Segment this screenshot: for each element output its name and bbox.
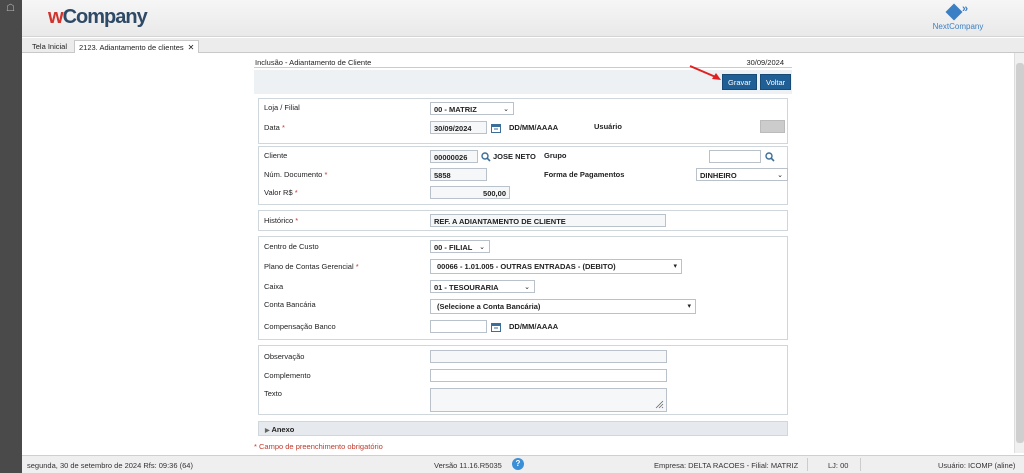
divider <box>807 458 808 471</box>
close-tab-icon[interactable]: ✕ <box>188 43 195 52</box>
chevron-down-icon: ⌄ <box>777 172 783 179</box>
conta-select[interactable]: (Selecione a Conta Bancária) ▾ <box>430 299 696 314</box>
loja-label: Loja / Filial <box>264 103 300 112</box>
caret-right-icon: ▶ <box>265 428 270 434</box>
caixa-select[interactable]: 01 - TESOURARIA ⌄ <box>430 280 535 293</box>
forma-select[interactable]: DINHEIRO ⌄ <box>696 168 788 181</box>
usuario-label: Usuário <box>594 122 622 131</box>
grupo-field[interactable] <box>709 150 761 163</box>
date-format-hint: DD/MM/AAAA <box>509 123 559 132</box>
cliente-name: JOSE NETO <box>493 152 536 161</box>
forma-label: Forma de Pagamentos <box>544 170 625 179</box>
data-label: Data * <box>264 123 285 132</box>
search-icon[interactable] <box>481 152 491 162</box>
company-logo: wCompany <box>48 6 148 28</box>
cliente-label: Cliente <box>264 151 288 160</box>
numdoc-field[interactable]: 5858 <box>430 168 487 181</box>
chevron-down-icon: ▾ <box>687 303 691 310</box>
form-title: Inclusão - Adiantamento de Cliente <box>255 58 372 67</box>
centro-select[interactable]: 00 - FILIAL ⌄ <box>430 240 490 253</box>
section-client: Cliente 00000026 JOSE NETO Grupo Núm. Do… <box>258 146 788 205</box>
action-bar: Gravar Voltar <box>254 65 792 94</box>
grupo-label: Grupo <box>544 151 567 160</box>
top-header: wCompany » NextCompany <box>22 0 1024 37</box>
status-company: Empresa: DELTA RACOES - Filial: MATRIZ <box>654 461 799 470</box>
divider <box>860 458 861 471</box>
tab-adiantamento[interactable]: 2123. Adiantamento de clientes ✕ <box>74 40 200 53</box>
plano-label: Plano de Contas Gerencial * <box>264 262 359 271</box>
save-button[interactable]: Gravar <box>722 74 757 90</box>
left-sidebar: ☖ <box>0 0 22 473</box>
partner-logo-icon <box>945 3 963 21</box>
chevron-down-icon: ▾ <box>673 263 677 270</box>
calendar-icon[interactable] <box>491 322 501 332</box>
caixa-label: Caixa <box>264 282 284 291</box>
partner-logo: » NextCompany <box>932 3 984 31</box>
centro-label: Centro de Custo <box>264 242 319 251</box>
texto-label: Texto <box>264 389 282 398</box>
status-bar: segunda, 30 de setembro de 2024 Rfs: 09:… <box>22 455 1024 473</box>
status-datetime: segunda, 30 de setembro de 2024 Rfs: 09:… <box>27 461 193 470</box>
cliente-code-field[interactable]: 00000026 <box>430 150 478 163</box>
complemento-field[interactable] <box>430 369 667 382</box>
data-field[interactable]: 30/09/2024 <box>430 121 487 134</box>
valor-field[interactable]: 500,00 <box>430 186 510 199</box>
usuario-field <box>760 120 785 133</box>
home-icon[interactable]: ☖ <box>6 3 15 14</box>
form-date: 30/09/2024 <box>746 58 784 67</box>
chevron-down-icon: ⌄ <box>503 106 509 113</box>
loja-select[interactable]: 00 - MATRIZ ⌄ <box>430 102 514 115</box>
plano-select[interactable]: 00066 - 1.01.005 - OUTRAS ENTRADAS - (DE… <box>430 259 682 274</box>
tab-home[interactable]: Tela Inicial <box>28 40 71 53</box>
status-version: Versão 11.16.R5035 <box>434 461 502 470</box>
status-lj: LJ: 00 <box>828 461 849 470</box>
texto-textarea[interactable] <box>430 388 667 412</box>
calendar-icon[interactable] <box>491 123 501 133</box>
section-store: Loja / Filial 00 - MATRIZ ⌄ Data * 30/09/… <box>258 98 788 144</box>
comp-field[interactable] <box>430 320 487 333</box>
vertical-scrollbar[interactable] <box>1014 53 1024 453</box>
tab-bar: Tela Inicial 2123. Adiantamento de clien… <box>22 38 1024 53</box>
conta-label: Conta Bancária <box>264 300 316 309</box>
numdoc-label: Núm. Documento * <box>264 170 328 179</box>
red-arrow-icon <box>689 65 721 80</box>
resize-grip-icon[interactable] <box>655 400 664 409</box>
chevron-down-icon: ⌄ <box>524 284 530 291</box>
search-icon[interactable] <box>765 152 775 162</box>
section-accounts: Centro de Custo 00 - FILIAL ⌄ Plano de Co… <box>258 236 788 340</box>
obs-label: Observação <box>264 352 305 361</box>
scrollbar-thumb[interactable] <box>1016 63 1024 443</box>
back-button[interactable]: Voltar <box>760 74 792 90</box>
section-history: Histórico * REF. A ADIANTAMENTO DE CLIEN… <box>258 210 788 231</box>
historico-label: Histórico * <box>264 216 299 225</box>
valor-label: Valor R$ * <box>264 188 298 197</box>
historico-field[interactable]: REF. A ADIANTAMENTO DE CLIENTE <box>430 214 666 227</box>
date-format-hint: DD/MM/AAAA <box>509 322 559 331</box>
anexo-toggle[interactable]: ▶ Anexo <box>258 421 788 436</box>
section-notes: Observação Complemento Texto <box>258 345 788 415</box>
chevron-down-icon: ⌄ <box>479 244 485 251</box>
form-panel: Inclusão - Adiantamento de Cliente 30/09… <box>254 57 792 454</box>
chevron-icon: » <box>962 3 969 15</box>
required-note: * Campo de preenchimento obrigatório <box>254 442 383 451</box>
complemento-label: Complemento <box>264 371 311 380</box>
comp-label: Compensação Banco <box>264 322 336 331</box>
help-icon[interactable]: ? <box>512 458 524 470</box>
status-user: Usuário: ICOMP (aline) <box>938 461 1016 470</box>
obs-field[interactable] <box>430 350 667 363</box>
